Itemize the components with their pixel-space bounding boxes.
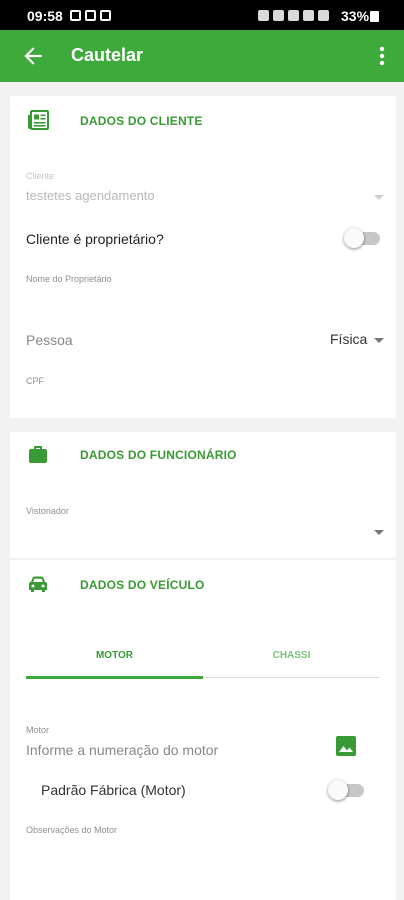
observacoes-input[interactable] <box>26 838 382 878</box>
gallery-icon <box>85 10 96 21</box>
cliente-label: Cliente <box>26 171 55 181</box>
battery-icon <box>370 11 379 22</box>
proprietario-toggle[interactable] <box>344 227 382 249</box>
chevron-down-icon <box>374 195 384 200</box>
tab-chassi-label: CHASSI <box>272 650 311 661</box>
cliente-value: testetes agendamento <box>26 188 155 203</box>
vistoriador-dropdown[interactable] <box>26 518 384 544</box>
cpf-label: CPF <box>26 376 44 386</box>
padrao-fabrica-toggle[interactable] <box>328 779 366 801</box>
motor-input[interactable]: Informe a numeração do motor <box>26 738 316 762</box>
nome-proprietario-input[interactable] <box>26 288 382 314</box>
status-left-icons <box>70 10 111 21</box>
back-button[interactable] <box>20 43 46 69</box>
observacoes-label: Observações do Motor <box>26 825 118 835</box>
vehicle-section: DADOS DO VEÍCULO MOTOR CHASSI Motor Info… <box>10 560 396 900</box>
tab-chassi[interactable]: CHASSI <box>203 640 380 676</box>
cpf-input[interactable] <box>26 388 382 414</box>
tab-motor[interactable]: MOTOR <box>26 640 203 676</box>
section-title-employee: DADOS DO FUNCIONÁRIO <box>80 448 237 462</box>
client-section: DADOS DO CLIENTE Cliente testetes agenda… <box>10 96 396 418</box>
pessoa-value: Física <box>330 331 368 347</box>
vistoriador-label: Vistoriador <box>26 506 69 516</box>
nome-proprietario-label: Nome do Proprietário <box>26 274 112 284</box>
gmail-icon <box>100 10 111 21</box>
alarm-icon <box>258 10 269 21</box>
photo-icon <box>70 10 81 21</box>
battery-percent: 33% <box>341 8 370 24</box>
employee-section: DADOS DO FUNCIONÁRIO Vistoriador <box>10 432 396 558</box>
image-icon <box>336 736 356 756</box>
status-time: 09:58 <box>27 8 63 24</box>
briefcase-icon <box>29 446 47 463</box>
chevron-down-icon <box>374 338 384 343</box>
arrow-left-icon <box>24 47 42 65</box>
more-options-button[interactable] <box>372 43 392 69</box>
padrao-fabrica-label: Padrão Fábrica (Motor) <box>41 782 186 798</box>
motor-image-button[interactable] <box>334 734 358 758</box>
more-vertical-icon <box>379 46 385 66</box>
section-title-client: DADOS DO CLIENTE <box>80 114 203 128</box>
car-icon <box>29 576 47 592</box>
pessoa-label: Pessoa <box>26 332 73 348</box>
pessoa-dropdown[interactable]: Física <box>324 328 386 350</box>
cliente-dropdown[interactable]: testetes agendamento <box>26 184 384 208</box>
status-right-icons <box>258 10 329 21</box>
app-bar: Cautelar <box>0 30 404 82</box>
section-title-vehicle: DADOS DO VEÍCULO <box>80 578 205 592</box>
page-title: Cautelar <box>71 45 144 65</box>
chevron-down-icon <box>374 530 384 535</box>
signal-icon <box>318 10 329 21</box>
status-bar: 09:58 33% <box>0 0 404 30</box>
motor-placeholder: Informe a numeração do motor <box>26 742 219 758</box>
tab-motor-label: MOTOR <box>95 650 134 661</box>
vibrate-icon <box>288 10 299 21</box>
wifi-icon <box>303 10 314 21</box>
newspaper-icon <box>28 110 49 130</box>
alarm-icon <box>273 10 284 21</box>
motor-label: Motor <box>26 725 50 735</box>
tab-indicator <box>26 676 203 679</box>
proprietario-label: Cliente é proprietário? <box>26 231 164 247</box>
